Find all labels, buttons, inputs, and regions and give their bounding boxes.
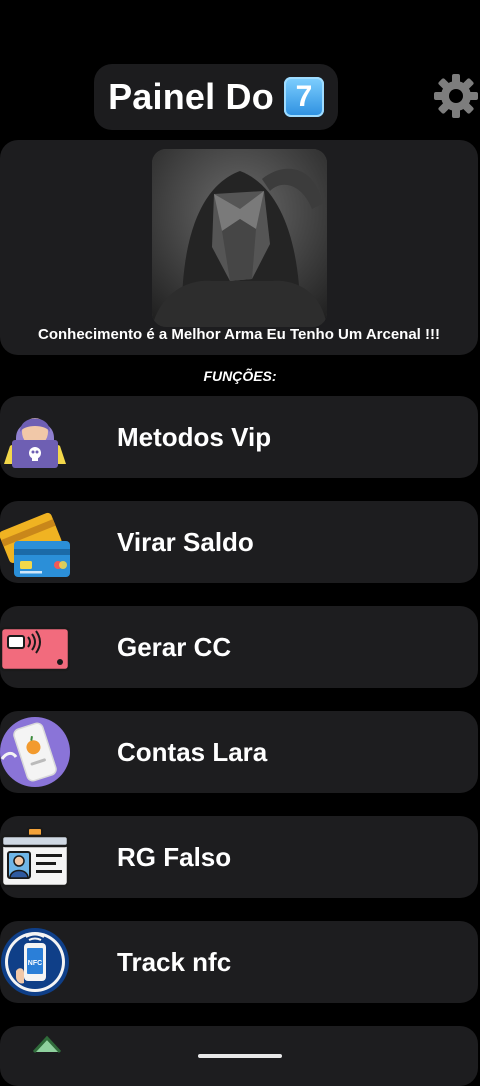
menu-item-metodos-vip[interactable]: Metodos Vip xyxy=(0,396,478,478)
hero-image xyxy=(152,149,327,327)
contactless-card-icon xyxy=(0,626,70,672)
menu-item-rg-falso[interactable]: RG Falso xyxy=(0,816,478,898)
svg-text:NFC: NFC xyxy=(28,960,42,967)
app-title-pill: Painel Do 7 xyxy=(94,64,338,130)
home-indicator[interactable] xyxy=(198,1054,282,1058)
menu-item-label: Metodos Vip xyxy=(117,422,272,452)
gear-icon[interactable] xyxy=(432,72,480,120)
menu-item-label: RG Falso xyxy=(117,842,232,872)
menu-item-label: Track nfc xyxy=(117,947,232,977)
masked-figure-illustration xyxy=(152,149,327,327)
credit-cards-icon xyxy=(0,512,70,577)
section-label: FUNÇÕES: xyxy=(203,368,277,384)
hero-caption: Conhecimento é a Melhor Arma Eu Tenho Um… xyxy=(38,326,440,343)
menu-item-label: Contas Lara xyxy=(117,737,268,767)
partial-icon xyxy=(32,1035,62,1054)
hacker-laptop-icon xyxy=(4,418,66,468)
seven-badge: 7 xyxy=(283,77,324,117)
hero-card: Conhecimento é a Melhor Arma Eu Tenho Um… xyxy=(0,140,478,355)
app-title: Painel Do xyxy=(108,76,274,117)
nfc-phone-icon: NFC xyxy=(1,928,69,996)
menu-item-label: Virar Saldo xyxy=(117,527,254,557)
menu-item-contas-lara[interactable]: Contas Lara xyxy=(0,711,478,793)
menu-item-label: Gerar CC xyxy=(117,632,232,662)
menu-item-track-nfc[interactable]: NFC Track nfc xyxy=(0,921,478,1003)
id-card-icon xyxy=(0,827,70,888)
menu-item-gerar-cc[interactable]: Gerar CC xyxy=(0,606,478,688)
phone-app-icon xyxy=(0,717,70,787)
menu-item-virar-saldo[interactable]: Virar Saldo xyxy=(0,501,478,583)
